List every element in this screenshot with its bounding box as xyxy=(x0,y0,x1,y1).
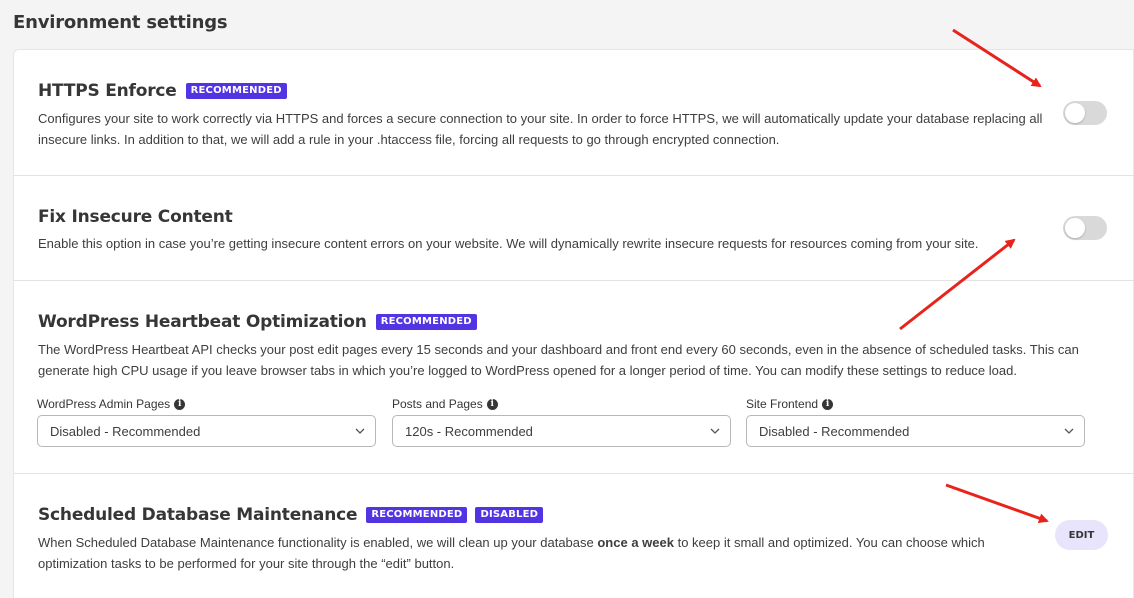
https-enforce-title: HTTPS Enforce xyxy=(38,81,177,101)
toggle-knob xyxy=(1065,218,1085,238)
https-enforce-toggle[interactable] xyxy=(1063,101,1107,125)
database-maintenance-section: Scheduled Database Maintenance RECOMMEND… xyxy=(14,474,1133,598)
site-frontend-select[interactable]: Disabled - Recommended xyxy=(746,415,1085,447)
fix-insecure-content-header: Fix Insecure Content xyxy=(38,207,233,227)
fix-insecure-content-title: Fix Insecure Content xyxy=(38,207,233,227)
edit-button[interactable]: EDIT xyxy=(1055,520,1108,550)
https-enforce-header: HTTPS Enforce RECOMMENDED xyxy=(38,81,287,101)
https-enforce-section: HTTPS Enforce RECOMMENDED Configures you… xyxy=(14,50,1133,176)
https-enforce-desc-line2: insecure links. In addition to that, we … xyxy=(38,132,780,147)
disabled-badge: DISABLED xyxy=(475,507,544,523)
posts-pages-field: Posts and Pages i 120s - Recommended xyxy=(392,397,731,447)
maintenance-desc-line1: When Scheduled Database Maintenance func… xyxy=(38,532,985,553)
recommended-badge: RECOMMENDED xyxy=(366,507,468,523)
recommended-badge: RECOMMENDED xyxy=(375,314,477,330)
admin-pages-field: WordPress Admin Pages i Disabled - Recom… xyxy=(37,397,376,447)
fix-insecure-content-description: Enable this option in case you’re gettin… xyxy=(38,233,979,254)
posts-pages-label: Posts and Pages i xyxy=(392,397,731,411)
database-maintenance-header: Scheduled Database Maintenance RECOMMEND… xyxy=(38,505,544,525)
https-enforce-desc-line1: Configures your site to work correctly v… xyxy=(38,111,1043,126)
heartbeat-optimization-title: WordPress Heartbeat Optimization xyxy=(38,312,367,332)
page-title: Environment settings xyxy=(13,12,228,33)
posts-pages-label-text: Posts and Pages xyxy=(392,397,483,411)
heartbeat-desc-line1: The WordPress Heartbeat API checks your … xyxy=(38,342,1079,357)
maintenance-desc-part1: When Scheduled Database Maintenance func… xyxy=(38,535,598,550)
chevron-down-icon xyxy=(1064,428,1074,434)
posts-pages-select[interactable]: 120s - Recommended xyxy=(392,415,731,447)
maintenance-desc-bold: once a week xyxy=(597,535,674,550)
admin-pages-label: WordPress Admin Pages i xyxy=(37,397,376,411)
maintenance-desc-line2: optimization tasks to be performed for y… xyxy=(38,556,455,571)
info-icon[interactable]: i xyxy=(822,398,834,410)
fix-insecure-content-section: Fix Insecure Content Enable this option … xyxy=(14,176,1133,281)
settings-card: HTTPS Enforce RECOMMENDED Configures you… xyxy=(13,49,1134,598)
admin-pages-select[interactable]: Disabled - Recommended xyxy=(37,415,376,447)
site-frontend-field: Site Frontend i Disabled - Recommended xyxy=(746,397,1085,447)
database-maintenance-title: Scheduled Database Maintenance xyxy=(38,505,358,525)
recommended-badge: RECOMMENDED xyxy=(185,83,287,99)
site-frontend-select-value: Disabled - Recommended xyxy=(759,423,910,439)
heartbeat-desc-line2: generate high CPU usage if you leave bro… xyxy=(38,363,1017,378)
admin-pages-label-text: WordPress Admin Pages xyxy=(37,397,171,411)
toggle-knob xyxy=(1065,103,1085,123)
info-icon[interactable]: i xyxy=(486,398,498,410)
maintenance-desc-part2: to keep it small and optimized. You can … xyxy=(673,535,985,550)
https-enforce-description: Configures your site to work correctly v… xyxy=(38,108,1042,150)
fix-insecure-content-desc-line1: Enable this option in case you’re gettin… xyxy=(38,236,979,251)
site-frontend-label: Site Frontend i xyxy=(746,397,1085,411)
info-icon[interactable]: i xyxy=(174,398,186,410)
fix-insecure-content-toggle[interactable] xyxy=(1063,216,1107,240)
posts-pages-select-value: 120s - Recommended xyxy=(405,423,533,439)
database-maintenance-description: When Scheduled Database Maintenance func… xyxy=(38,532,985,574)
heartbeat-optimization-section: WordPress Heartbeat Optimization RECOMME… xyxy=(14,281,1133,474)
chevron-down-icon xyxy=(710,428,720,434)
heartbeat-optimization-description: The WordPress Heartbeat API checks your … xyxy=(38,339,1079,381)
site-frontend-label-text: Site Frontend xyxy=(746,397,819,411)
admin-pages-select-value: Disabled - Recommended xyxy=(50,423,201,439)
heartbeat-optimization-header: WordPress Heartbeat Optimization RECOMME… xyxy=(38,312,477,332)
chevron-down-icon xyxy=(355,428,365,434)
